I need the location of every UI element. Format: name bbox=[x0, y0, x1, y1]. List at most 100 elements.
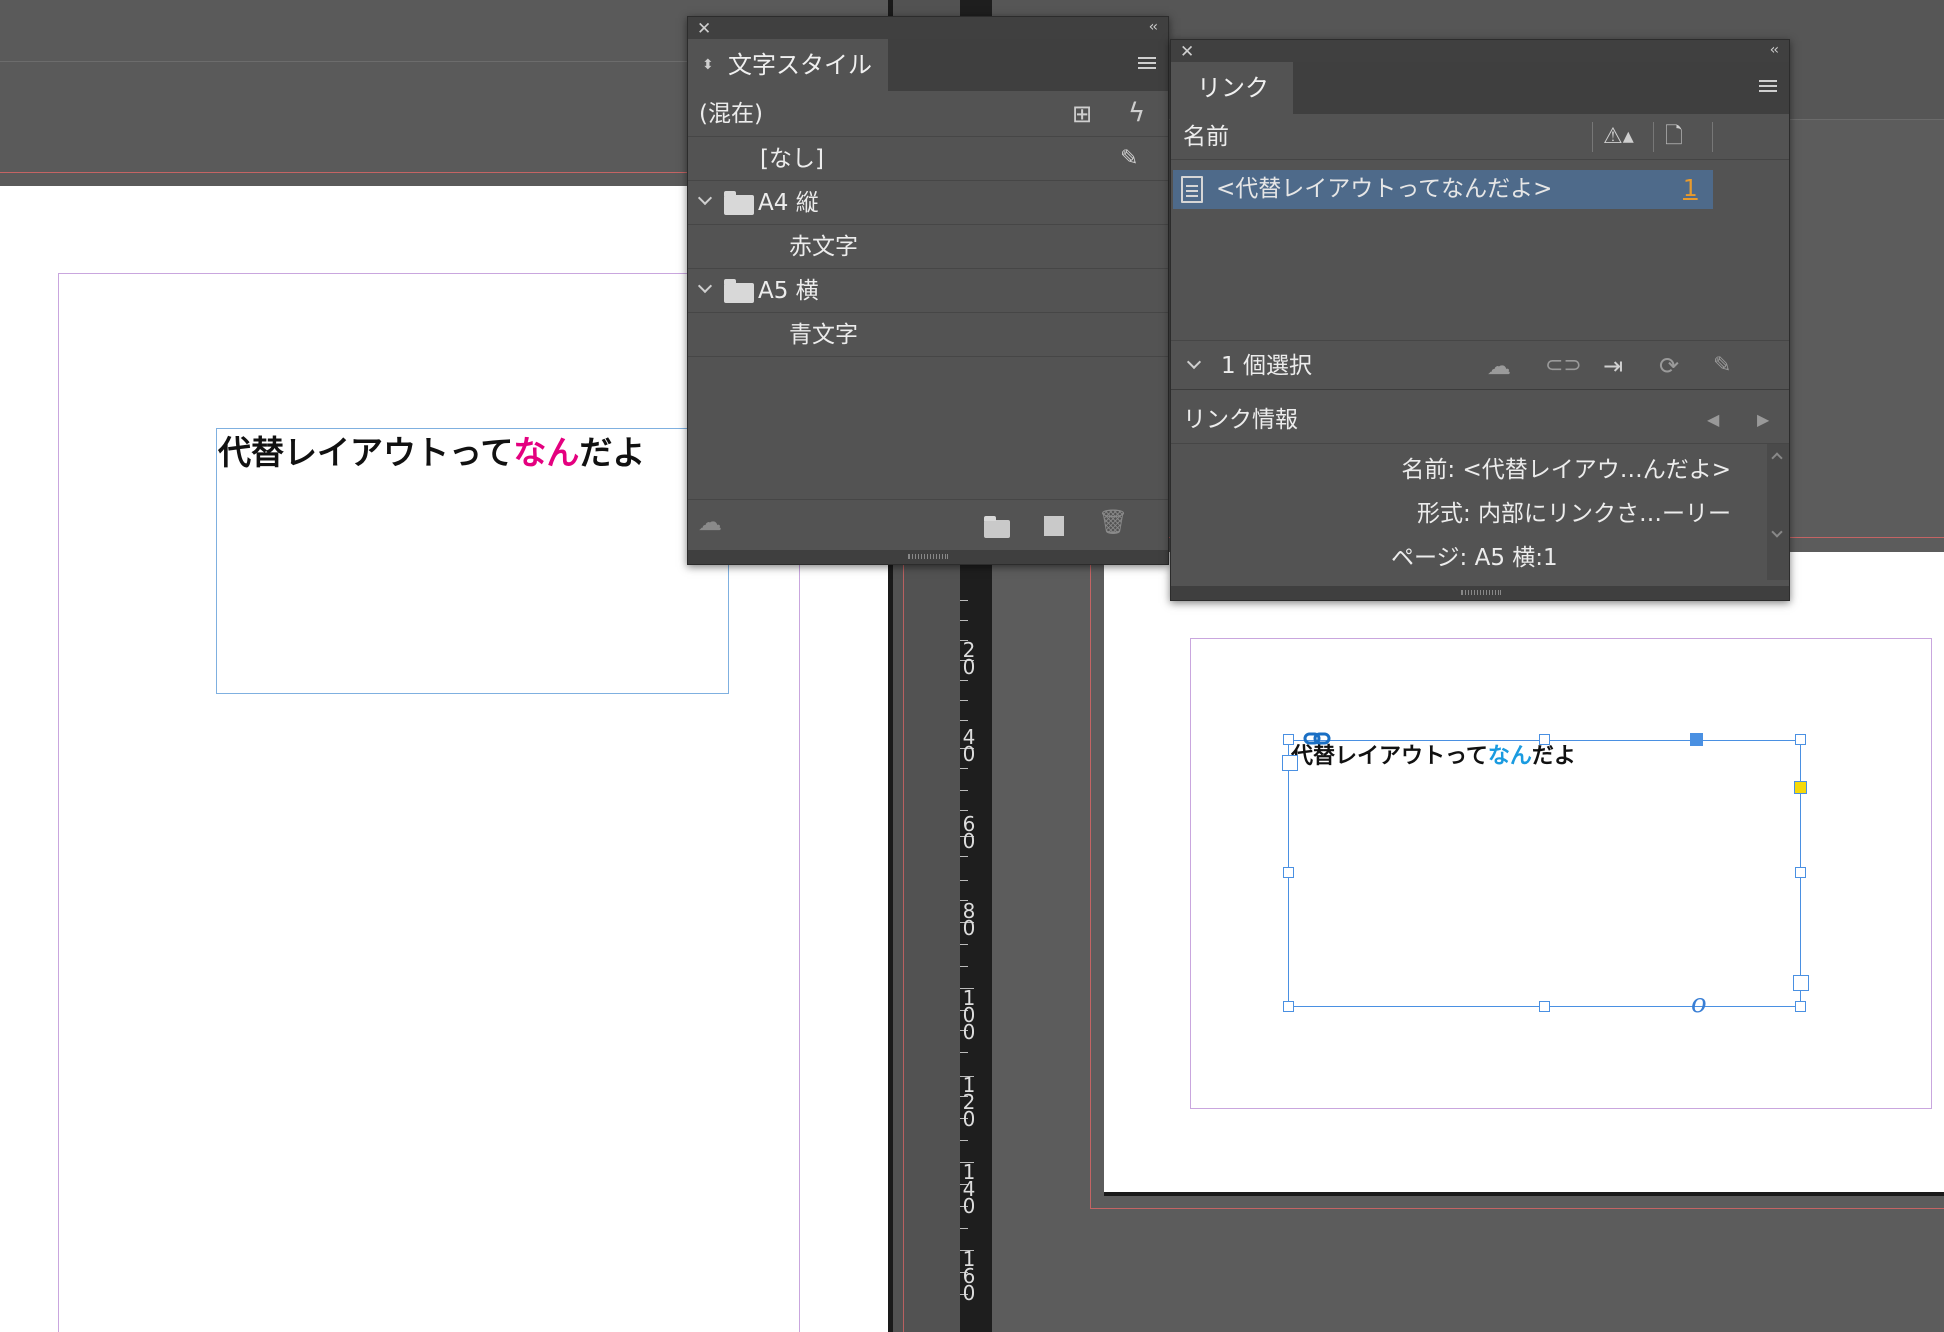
style-group-item[interactable]: A5 横 bbox=[688, 269, 1168, 313]
panel-resize-grip[interactable] bbox=[688, 550, 1168, 564]
tab-links[interactable]: リンク bbox=[1171, 62, 1293, 114]
relink-icon[interactable]: ⊂⊃ bbox=[1545, 341, 1582, 391]
cloud-link-icon[interactable]: ☁ bbox=[1487, 341, 1511, 391]
ruler-label-140: 1 4 0 bbox=[962, 1160, 976, 1218]
close-icon[interactable]: ✕ bbox=[697, 19, 711, 39]
right-text-plain-2: だよ bbox=[1531, 744, 1576, 769]
links-panel: ✕ ‹‹ リンク 名前 ⚠▴ 🗋 <代替レイアウトってなんだよ> 1 1 個選択… bbox=[1170, 39, 1790, 601]
tab-character-styles-label: 文字スタイル bbox=[728, 51, 872, 79]
right-bleed-line-left bbox=[1090, 537, 1091, 1209]
chevron-down-icon[interactable] bbox=[697, 190, 713, 206]
column-name-header[interactable]: 名前 bbox=[1183, 124, 1229, 150]
style-list-item[interactable]: 青文字 bbox=[688, 313, 1168, 357]
panel-tab-row: ⬍ 文字スタイル bbox=[688, 39, 1168, 91]
panel-menu-icon[interactable] bbox=[1759, 80, 1777, 95]
next-icon[interactable]: ▶ bbox=[1757, 396, 1769, 444]
ruler-label-100: 1 0 0 bbox=[962, 986, 976, 1044]
link-info-header: リンク情報 ◀ ▶ bbox=[1171, 396, 1789, 444]
left-text-accent: なん bbox=[513, 433, 580, 472]
edit-original-icon[interactable]: ✎ bbox=[1713, 341, 1731, 391]
left-text-plain-2: だよ bbox=[579, 433, 646, 472]
panel-resize-grip[interactable] bbox=[1171, 586, 1789, 600]
selection-bar: 1 個選択 ☁ ⊂⊃ ⇥ ⟳ ✎ bbox=[1171, 340, 1789, 390]
style-group-label: A4 縦 bbox=[758, 190, 819, 216]
handle-middle-right[interactable] bbox=[1795, 867, 1806, 878]
style-list-item[interactable]: 赤文字 bbox=[688, 225, 1168, 269]
info-label: 形式: bbox=[1416, 501, 1471, 527]
panel-titlebar[interactable]: ✕ ‹‹ bbox=[688, 17, 1168, 39]
info-value: A5 横:1 bbox=[1474, 545, 1558, 571]
middle-bleed-line bbox=[903, 560, 904, 1332]
left-text-plain-1: 代替レイアウトって bbox=[218, 433, 514, 472]
right-bleed-line-bottom bbox=[1090, 1208, 1944, 1209]
delete-trash-icon[interactable]: 🗑 bbox=[1098, 508, 1128, 536]
info-label: 名前: bbox=[1401, 457, 1456, 483]
style-list-item-label: 赤文字 bbox=[789, 234, 858, 260]
bleed-guide-line bbox=[0, 172, 690, 173]
quick-apply-icon[interactable]: ϟ bbox=[1128, 90, 1145, 136]
close-icon[interactable]: ✕ bbox=[1180, 42, 1194, 62]
link-name: <代替レイアウトってなんだよ> bbox=[1216, 176, 1553, 202]
cloud-library-icon[interactable]: ☁ bbox=[698, 508, 722, 536]
link-info-list: 名前: <代替レイアウ…んだよ> 形式: 内部にリンクさ…ーリー ページ: A5… bbox=[1171, 444, 1761, 580]
info-value: 内部にリンクさ…ーリー bbox=[1478, 501, 1731, 527]
text-document-icon bbox=[1181, 176, 1203, 203]
ruler-label-160: 1 6 0 bbox=[962, 1247, 976, 1305]
tab-resize-icon: ⬍ bbox=[702, 57, 714, 73]
collapse-icon[interactable]: ‹‹ bbox=[1770, 42, 1779, 58]
in-port-handle[interactable] bbox=[1282, 755, 1298, 771]
ruler-label-120: 1 2 0 bbox=[962, 1073, 976, 1131]
ruler-label-60: 6 0 bbox=[962, 812, 976, 853]
collapse-icon[interactable]: ‹‹ bbox=[1149, 19, 1158, 35]
scroll-down-icon[interactable] bbox=[1771, 526, 1783, 538]
handle-top-left[interactable] bbox=[1283, 734, 1294, 745]
chevron-down-icon[interactable] bbox=[1186, 354, 1202, 370]
style-group-item[interactable]: A4 縦 bbox=[688, 181, 1168, 225]
info-value: <代替レイアウ…んだよ> bbox=[1462, 457, 1731, 483]
pen-crossed-icon: ✎ bbox=[1120, 146, 1139, 171]
go-to-link-icon[interactable]: ⇥ bbox=[1603, 341, 1623, 391]
style-list-item[interactable]: [なし] ✎ bbox=[688, 137, 1168, 181]
current-style-row: (混在) ⊞ ϟ bbox=[688, 91, 1168, 137]
ruler-label-80: 8 0 bbox=[962, 899, 976, 940]
update-link-icon[interactable]: ⟳ bbox=[1659, 341, 1679, 391]
link-list-row[interactable]: <代替レイアウトってなんだよ> 1 bbox=[1173, 170, 1713, 209]
panel-menu-icon[interactable] bbox=[1138, 57, 1156, 72]
text-threading-icon: o bbox=[1691, 989, 1707, 1019]
new-style-group-icon[interactable] bbox=[984, 516, 1010, 538]
info-row-format: 形式: 内部にリンクさ…ーリー bbox=[1417, 494, 1731, 528]
new-style-from-selection-icon[interactable]: ⊞ bbox=[1072, 91, 1092, 137]
corner-options-handle[interactable] bbox=[1794, 781, 1807, 794]
panel-titlebar[interactable]: ✕ ‹‹ bbox=[1171, 40, 1789, 62]
handle-top-right[interactable] bbox=[1795, 734, 1806, 745]
chevron-down-icon[interactable] bbox=[697, 278, 713, 294]
scroll-up-icon[interactable] bbox=[1771, 452, 1783, 464]
panel-footer: ☁ 🗑 bbox=[688, 499, 1168, 549]
left-frame-text: 代替レイアウトってなんだよ bbox=[218, 426, 645, 474]
ruler-label-40: 4 0 bbox=[962, 725, 976, 766]
right-text-frame[interactable]: 代替レイアウトってなんだよ bbox=[1288, 740, 1801, 1007]
link-page-number[interactable]: 1 bbox=[1683, 170, 1698, 209]
right-frame-text: 代替レイアウトってなんだよ bbox=[1291, 738, 1576, 770]
tab-links-label: リンク bbox=[1197, 74, 1269, 102]
anchored-object-handle[interactable] bbox=[1690, 733, 1703, 746]
selection-count: 1 個選択 bbox=[1221, 353, 1312, 379]
info-row-page: ページ: A5 横:1 bbox=[1391, 538, 1558, 572]
info-scrollbar[interactable] bbox=[1767, 444, 1789, 580]
status-warning-icon[interactable]: ⚠▴ bbox=[1603, 114, 1634, 160]
handle-bottom-right[interactable] bbox=[1795, 1001, 1806, 1012]
page-column-icon[interactable]: 🗋 bbox=[1665, 114, 1683, 160]
style-list-item-label: 青文字 bbox=[789, 322, 858, 348]
handle-middle-left[interactable] bbox=[1283, 867, 1294, 878]
tab-character-styles[interactable]: ⬍ 文字スタイル bbox=[688, 39, 888, 91]
folder-icon bbox=[724, 279, 754, 303]
handle-bottom-left[interactable] bbox=[1283, 1001, 1294, 1012]
previous-icon[interactable]: ◀ bbox=[1707, 396, 1719, 444]
left-text-frame[interactable]: 代替レイアウトってなんだよ bbox=[216, 428, 729, 694]
create-new-style-icon[interactable] bbox=[1044, 516, 1064, 536]
handle-bottom-middle[interactable] bbox=[1539, 1001, 1550, 1012]
out-port-handle[interactable] bbox=[1793, 975, 1809, 991]
handle-top-middle[interactable] bbox=[1539, 734, 1550, 745]
link-badge-icon[interactable] bbox=[1303, 731, 1333, 747]
right-text-plain-1: 代替レイアウトって bbox=[1291, 744, 1488, 769]
